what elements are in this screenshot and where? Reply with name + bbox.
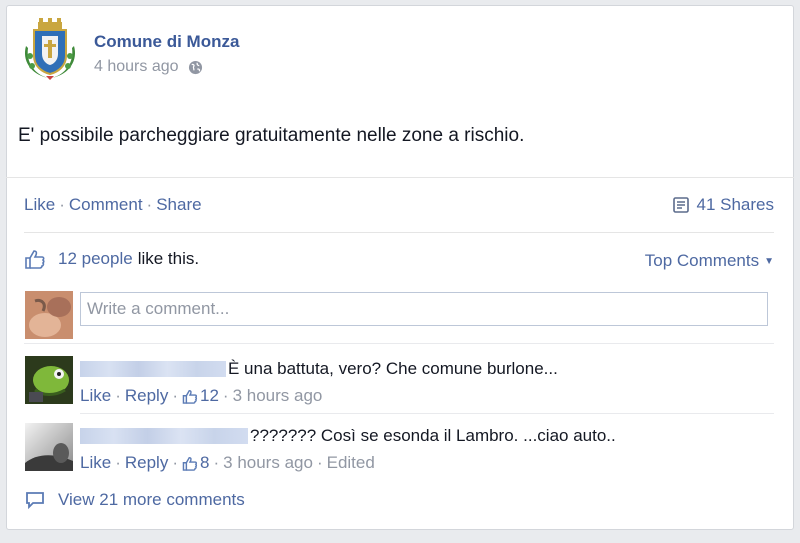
post-text: E' possibile parcheggiare gratuitamente … — [18, 125, 525, 146]
separator-dot: · — [213, 453, 220, 472]
like-action[interactable]: Like — [24, 195, 55, 214]
commenter-avatar[interactable] — [25, 356, 73, 404]
likers-link[interactable]: 12 people — [58, 249, 133, 269]
shares-count[interactable]: 41 Shares — [672, 195, 775, 215]
comment-timestamp[interactable]: 3 hours ago — [223, 453, 313, 473]
likes-text: like this. — [137, 249, 200, 268]
post-actions-bar: Like · Comment · Share 41 Shares — [6, 177, 794, 233]
comment-bubble-icon — [26, 492, 44, 510]
globe-icon[interactable] — [188, 60, 203, 75]
comment-text: È una battuta, vero? Che comune burlone.… — [228, 359, 558, 378]
shares-icon — [672, 197, 689, 213]
city-crest-logo[interactable] — [18, 16, 82, 82]
separator-dot: · — [222, 386, 229, 405]
comment-like-count[interactable]: 8 — [182, 453, 209, 473]
comment-reply-link[interactable]: Reply — [125, 453, 168, 473]
thumbs-up-icon — [25, 250, 45, 269]
comment-like-count[interactable]: 12 — [182, 386, 219, 406]
separator-dot: · — [59, 195, 65, 214]
separator-dot: · — [115, 386, 121, 405]
view-more-comments-link[interactable]: View 21 more comments — [24, 490, 245, 510]
share-action[interactable]: Share — [156, 195, 201, 214]
comment-like-link[interactable]: Like — [80, 386, 111, 406]
author-name-link[interactable]: Comune di Monza — [94, 32, 239, 52]
comment-input[interactable] — [80, 292, 768, 326]
comment-action[interactable]: Comment — [69, 195, 143, 214]
top-comments-dropdown[interactable]: Top Comments ▼ — [645, 251, 774, 271]
thumbs-up-icon — [182, 456, 198, 471]
redacted-commenter-name[interactable] — [80, 428, 248, 444]
post-header: Comune di Monza 4 hours ago — [18, 16, 239, 82]
comment-like-link[interactable]: Like — [80, 453, 111, 473]
separator-dot: · — [172, 386, 178, 405]
divider — [80, 413, 774, 414]
comment-item: È una battuta, vero? Che comune burlone.… — [80, 358, 558, 406]
commenter-avatar[interactable] — [25, 423, 73, 471]
comment-reply-link[interactable]: Reply — [125, 386, 168, 406]
separator-dot: · — [316, 453, 323, 472]
comment-timestamp[interactable]: 3 hours ago — [233, 386, 323, 406]
feedback-section: 12 people like this. Top Comments ▼ — [24, 232, 774, 270]
post-timestamp[interactable]: 4 hours ago — [94, 58, 179, 76]
separator-dot: · — [146, 195, 153, 214]
likes-summary: 12 people like this. — [24, 249, 199, 269]
separator-dot: · — [115, 453, 121, 472]
caret-down-icon: ▼ — [764, 255, 774, 267]
like-count-value: 12 — [200, 386, 219, 405]
comment-item: ??????? Così se esonda il Lambro. ...cia… — [80, 425, 616, 473]
viewer-avatar[interactable] — [25, 291, 73, 339]
top-comments-label: Top Comments — [644, 251, 760, 270]
shares-label: 41 Shares — [696, 195, 775, 214]
comment-text: ??????? Così se esonda il Lambro. ...cia… — [250, 426, 616, 445]
divider — [24, 343, 774, 344]
view-more-label: View 21 more comments — [58, 490, 245, 509]
thumbs-up-icon — [182, 389, 198, 404]
separator-dot: · — [172, 453, 178, 472]
like-count-value: 8 — [200, 453, 210, 472]
redacted-commenter-name[interactable] — [80, 361, 226, 377]
edited-label[interactable]: Edited — [327, 453, 375, 473]
